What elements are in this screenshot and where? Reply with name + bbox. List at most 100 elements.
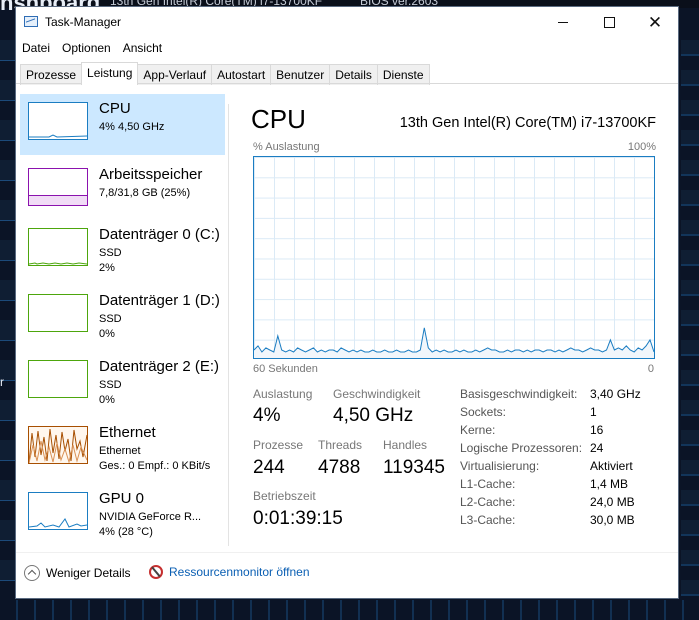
processes-value: 244: [253, 457, 285, 478]
close-button[interactable]: ✕: [632, 7, 678, 37]
menu-datei[interactable]: Datei: [16, 39, 56, 59]
prop-value: 24,0 MB: [590, 495, 635, 509]
processes-label: Prozesse: [253, 438, 304, 452]
sidebar-item-ethernet[interactable]: Ethernet Ethernet Ges.: 0 Empf.: 0 KBit/…: [20, 418, 225, 479]
resource-monitor-label: Ressourcenmonitor öffnen: [169, 565, 310, 579]
cpu-thumb-svg: [29, 134, 87, 138]
handles-value: 119345: [383, 457, 445, 478]
prop-value: 3,40 GHz: [590, 387, 641, 401]
prop-label: L2-Cache:: [460, 495, 516, 509]
sidebar-item-detail: NVIDIA GeForce R...: [99, 511, 202, 523]
prop-label: L1-Cache:: [460, 477, 516, 491]
sidebar-item-label: CPU: [99, 100, 131, 117]
sidebar-item-usage: 0%: [99, 394, 115, 406]
tab-details[interactable]: Details: [329, 64, 378, 85]
ethernet-thumbnail-graph: [28, 426, 88, 464]
resource-monitor-link[interactable]: Ressourcenmonitor öffnen: [149, 565, 310, 579]
desktop-right-decor: [681, 40, 699, 620]
sidebar-item-label: Datenträger 0 (C:): [99, 226, 220, 243]
desktop-left-letter: r: [0, 375, 4, 389]
fewer-details-label: Weniger Details: [46, 566, 131, 580]
prop-value: 24: [590, 441, 604, 455]
gpu-thumb-svg: [29, 518, 87, 528]
disk1-thumbnail-graph: [28, 294, 88, 332]
sidebar-item-usage: 4% (28 °C): [99, 526, 153, 538]
sidebar-item-label: Arbeitsspeicher: [99, 166, 203, 183]
prop-value: 16: [590, 423, 604, 437]
prop-value: 1: [590, 405, 597, 419]
sidebar-item-usage: Ges.: 0 Empf.: 0 KBit/s: [99, 460, 211, 472]
minimize-button[interactable]: [540, 7, 586, 37]
sidebar-item-detail: SSD: [99, 247, 122, 259]
util-label: Auslastung: [253, 387, 313, 401]
sidebar-item-detail: Ethernet: [99, 445, 141, 457]
window-title: Task-Manager: [45, 15, 122, 29]
graph-x-label: 60 Sekunden: [253, 363, 318, 375]
maximize-button[interactable]: [586, 7, 632, 37]
ethernet-thumb-svg: [29, 428, 87, 463]
prop-label: Basisgeschwindigkeit:: [460, 387, 578, 401]
close-icon: ✕: [647, 12, 663, 32]
cpu-usage-line: [254, 327, 654, 353]
sidebar-item-label: GPU 0: [99, 490, 145, 507]
prop-label: Logische Prozessoren:: [460, 441, 583, 455]
cpu-usage-svg: [254, 327, 654, 358]
uptime-value: 0:01:39:15: [253, 508, 343, 529]
prop-label: L3-Cache:: [460, 513, 516, 527]
handles-label: Handles: [383, 438, 428, 452]
menu-optionen[interactable]: Optionen: [56, 39, 117, 59]
tab-autostart[interactable]: Autostart: [211, 64, 272, 85]
page-title: CPU: [251, 104, 306, 134]
disk0-thumb-svg: [29, 262, 87, 265]
sidebar-item-memory[interactable]: Arbeitsspeicher 7,8/31,8 GB (25%): [20, 160, 225, 221]
menu-ansicht[interactable]: Ansicht: [117, 39, 168, 59]
tab-app-verlauf[interactable]: App-Verlauf: [137, 64, 213, 85]
fewer-details-button[interactable]: Weniger Details: [24, 565, 130, 581]
cpu-usage-area: [254, 327, 654, 358]
prop-label: Sockets:: [460, 405, 507, 419]
sidebar-item-label: Ethernet: [99, 424, 156, 441]
sidebar-item-detail: 4% 4,50 GHz: [99, 121, 165, 133]
resource-monitor-icon: [149, 565, 163, 579]
task-manager-window: Task-Manager ✕ Datei Optionen Ansicht Pr…: [15, 6, 679, 599]
prop-value: Aktiviert: [590, 459, 633, 473]
sidebar-item-disk-0[interactable]: Datenträger 0 (C:) SSD 2%: [20, 220, 225, 281]
threads-label: Threads: [318, 438, 363, 452]
util-value: 4%: [253, 405, 281, 426]
disk2-thumbnail-graph: [28, 360, 88, 398]
tab-prozesse[interactable]: Prozesse: [20, 64, 83, 85]
maximize-icon: [603, 16, 615, 28]
memory-fill: [29, 195, 87, 205]
menu-bar: Datei Optionen Ansicht: [16, 39, 168, 59]
threads-value: 4788: [318, 457, 361, 478]
minimize-icon: [558, 21, 568, 23]
cpu-model-name: 13th Gen Intel(R) Core(TM) i7-13700KF: [399, 115, 656, 131]
taskmanager-icon: [24, 16, 38, 27]
sidebar-item-detail: 7,8/31,8 GB (25%): [99, 187, 191, 199]
sidebar-item-gpu[interactable]: GPU 0 NVIDIA GeForce R... 4% (28 °C): [20, 484, 225, 545]
tab-bar: Prozesse Leistung App-Verlauf Autostart …: [20, 62, 430, 85]
tab-dienste[interactable]: Dienste: [376, 64, 430, 85]
tab-benutzer[interactable]: Benutzer: [270, 64, 331, 85]
tab-leistung[interactable]: Leistung: [81, 62, 139, 85]
sidebar-item-disk-1[interactable]: Datenträger 1 (D:) SSD 0%: [20, 286, 225, 347]
cpu-thumbnail-graph: [28, 102, 88, 140]
title-bar[interactable]: Task-Manager ✕: [16, 7, 678, 37]
panel-divider: [228, 104, 229, 546]
gpu-thumbnail-graph: [28, 492, 88, 530]
sidebar-item-usage: 2%: [99, 262, 115, 274]
graph-y-max: 100%: [627, 141, 656, 153]
sidebar-item-usage: 0%: [99, 328, 115, 340]
memory-thumbnail-graph: [28, 168, 88, 206]
sidebar-item-detail: SSD: [99, 313, 122, 325]
prop-value: 30,0 MB: [590, 513, 635, 527]
sidebar-item-disk-2[interactable]: Datenträger 2 (E:) SSD 0%: [20, 352, 225, 413]
graph-y-label: % Auslastung: [253, 141, 320, 153]
sidebar-item-detail: SSD: [99, 379, 122, 391]
cpu-usage-graph: [253, 156, 655, 359]
prop-label: Virtualisierung:: [460, 459, 540, 473]
sidebar-item-cpu[interactable]: CPU 4% 4,50 GHz: [20, 94, 225, 155]
disk0-thumbnail-graph: [28, 228, 88, 266]
speed-value: 4,50 GHz: [333, 405, 414, 426]
desktop-bottom-decor: [0, 600, 699, 620]
